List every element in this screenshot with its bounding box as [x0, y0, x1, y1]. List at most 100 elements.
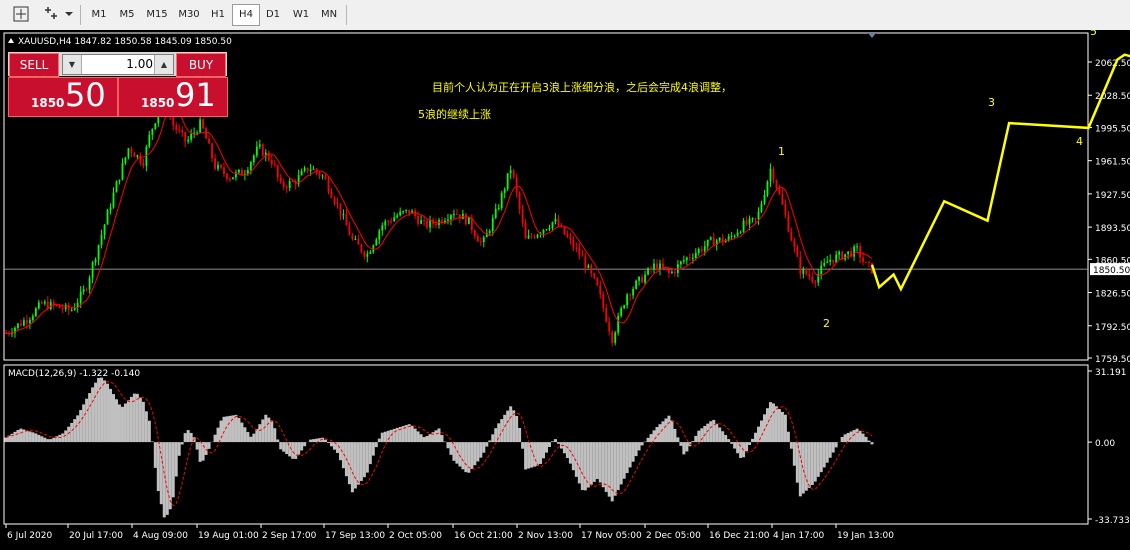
candle-body [43, 301, 46, 304]
candle-body [650, 268, 652, 270]
candle-body [847, 251, 850, 255]
candle-body [130, 148, 133, 153]
price-tick-label: 1995.50 [1095, 124, 1130, 134]
sell-button[interactable]: SELL [9, 53, 59, 77]
candle-body [196, 132, 199, 134]
candle-body [429, 219, 431, 228]
timeframe-m30-button[interactable]: M30 [174, 5, 204, 25]
buy-button[interactable]: BUY [176, 53, 226, 77]
candle-body [136, 155, 139, 157]
date-tick-label: 16 Dec 21:00 [709, 531, 770, 541]
candle-body [252, 155, 255, 163]
candle-body [799, 256, 802, 274]
candle-body [345, 214, 348, 226]
lot-increase-icon[interactable]: ▲ [154, 55, 173, 74]
annotation-line-2: 5浪的继续上涨 [418, 107, 491, 121]
candle-body [626, 294, 629, 306]
timeframe-w1-button[interactable]: W1 [288, 5, 314, 25]
candle-body [381, 225, 384, 231]
candle-body [369, 251, 372, 254]
candle-body [354, 238, 357, 240]
candle-body [306, 167, 309, 172]
candle-body [835, 254, 838, 263]
candle-body [58, 305, 61, 309]
candle-body [85, 289, 88, 291]
current-price-label: 1850.50 [1093, 266, 1130, 276]
candle-body [390, 221, 393, 223]
candle-body [671, 271, 673, 274]
candle-body [793, 240, 796, 247]
candle-body [456, 213, 458, 215]
timeframe-m15-button[interactable]: M15 [142, 5, 172, 25]
date-tick-label: 2 Sep 17:00 [262, 531, 317, 541]
candle-body [154, 123, 157, 129]
lot-size-input[interactable]: ▼ 1.00 ▲ [62, 54, 174, 75]
date-tick-label: 20 Jul 17:00 [69, 531, 123, 541]
candle-body [814, 281, 817, 283]
objects-icon[interactable] [40, 5, 74, 25]
candle-body [318, 172, 321, 176]
candle-body [199, 119, 202, 133]
candle-body [521, 209, 524, 223]
macd-label: MACD(12,26,9) -1.322 -0.140 [8, 369, 140, 379]
macd-tick-label: -33.733 [1095, 516, 1130, 526]
candle-body [333, 197, 336, 204]
timeframe-h4-button[interactable]: H4 [232, 4, 260, 26]
timeframe-mn-button[interactable]: MN [316, 5, 342, 25]
sell-price-pips: 50 [65, 76, 106, 114]
candle-body [31, 316, 34, 320]
crosshair-icon[interactable] [8, 5, 34, 25]
candle-body [336, 203, 339, 205]
sell-price-box[interactable]: 1850 50 [8, 76, 118, 117]
candle-body [208, 138, 210, 144]
candle-body [697, 248, 700, 254]
timeframe-d1-button[interactable]: D1 [260, 5, 286, 25]
wave-label-4: 4 [1076, 135, 1083, 148]
timeframe-h1-button[interactable]: H1 [206, 5, 230, 25]
candle-body [644, 274, 646, 283]
price-tick-label: 2062.50 [1095, 59, 1130, 69]
candle-body [348, 225, 351, 236]
candle-body [781, 194, 784, 205]
candle-body [255, 146, 258, 156]
candle-body [387, 221, 390, 223]
candle-body [823, 262, 826, 266]
candle-body [569, 236, 572, 240]
candle-body [766, 181, 769, 195]
candle-body [754, 218, 757, 220]
candle-body [103, 224, 106, 235]
candle-body [473, 230, 476, 237]
candle-body [91, 262, 94, 278]
candle-body [581, 255, 584, 257]
candle-body [464, 213, 467, 225]
candle-body [620, 308, 623, 316]
sell-price-prefix: 1850 [31, 96, 65, 110]
candle-body [500, 192, 503, 209]
candle-body [423, 220, 425, 222]
candle-body [375, 239, 378, 246]
candle-body [384, 221, 387, 226]
timeframe-m5-button[interactable]: M5 [114, 5, 140, 25]
candle-body [679, 261, 682, 265]
candle-body [578, 247, 581, 256]
candle-body [479, 241, 482, 243]
candle-body [524, 222, 527, 239]
candle-body [614, 332, 617, 343]
candle-body [127, 148, 130, 158]
candle-body [118, 179, 121, 182]
candle-body [399, 211, 402, 216]
candle-body [599, 285, 602, 295]
candle-body [34, 308, 37, 317]
candle-body [584, 256, 587, 268]
candle-body [447, 219, 449, 221]
candle-body [503, 189, 506, 193]
candle-body [778, 187, 781, 195]
candle-body [124, 157, 127, 164]
candle-body [300, 171, 303, 176]
candle-body [70, 309, 73, 311]
candle-body [273, 164, 276, 166]
buy-price-box[interactable]: 1850 91 [118, 76, 228, 117]
lot-decrease-icon[interactable]: ▼ [63, 55, 82, 74]
lot-value[interactable]: 1.00 [126, 55, 153, 74]
timeframe-m1-button[interactable]: M1 [86, 5, 112, 25]
